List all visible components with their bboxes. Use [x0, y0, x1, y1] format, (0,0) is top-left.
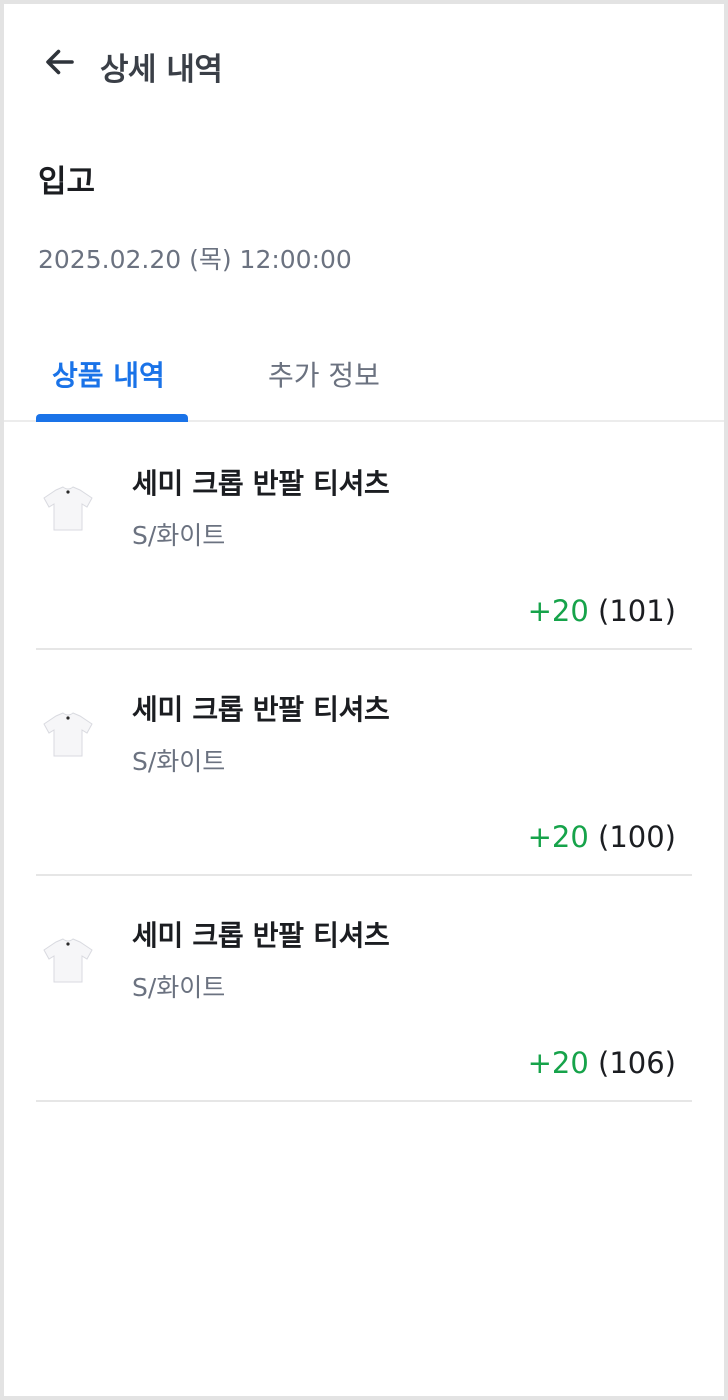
product-name: 세미 크롭 반팔 티셔츠	[132, 467, 390, 500]
tshirt-icon	[43, 486, 93, 531]
product-option: S/화이트	[132, 747, 226, 776]
quantity-delta: +20	[527, 1046, 589, 1080]
list-item[interactable]: 세미 크롭 반팔 티셔츠 S/화이트 +20 (106)	[36, 876, 692, 1102]
app-frame: 상세 내역 입고 2025.02.20 (목) 12:00:00 상품 내역 추…	[0, 0, 728, 1400]
tshirt-icon	[43, 712, 93, 757]
back-button[interactable]	[38, 40, 82, 84]
product-name: 세미 크롭 반팔 티셔츠	[132, 919, 390, 952]
quantity-total: (106)	[598, 1046, 676, 1080]
product-name: 세미 크롭 반팔 티셔츠	[132, 693, 390, 726]
tshirt-icon	[43, 938, 93, 983]
arrow-left-icon	[46, 49, 74, 75]
active-tab-indicator	[36, 414, 188, 422]
list-item[interactable]: 세미 크롭 반팔 티셔츠 S/화이트 +20 (100)	[36, 650, 692, 876]
transaction-type: 입고	[38, 164, 96, 200]
quantity-delta: +20	[527, 594, 589, 628]
list-item[interactable]: 세미 크롭 반팔 티셔츠 S/화이트 +20 (101)	[36, 424, 692, 650]
quantity-change: +20 (101)	[528, 594, 676, 628]
product-option: S/화이트	[132, 973, 226, 1002]
tab-product-history[interactable]: 상품 내역	[52, 354, 165, 394]
tab-additional-info[interactable]: 추가 정보	[268, 354, 380, 394]
quantity-total: (101)	[598, 594, 676, 628]
product-list: 세미 크롭 반팔 티셔츠 S/화이트 +20 (101) 세미 크롭 반팔 티셔…	[36, 424, 692, 1102]
top-bar: 상세 내역	[4, 28, 724, 100]
product-option: S/화이트	[132, 521, 226, 550]
quantity-delta: +20	[527, 820, 589, 854]
quantity-total: (100)	[598, 820, 676, 854]
transaction-datetime: 2025.02.20 (목) 12:00:00	[38, 245, 352, 274]
quantity-change: +20 (106)	[528, 1046, 676, 1080]
page-title: 상세 내역	[100, 52, 223, 88]
quantity-change: +20 (100)	[528, 820, 676, 854]
tab-bar: 상품 내역 추가 정보	[4, 338, 724, 422]
